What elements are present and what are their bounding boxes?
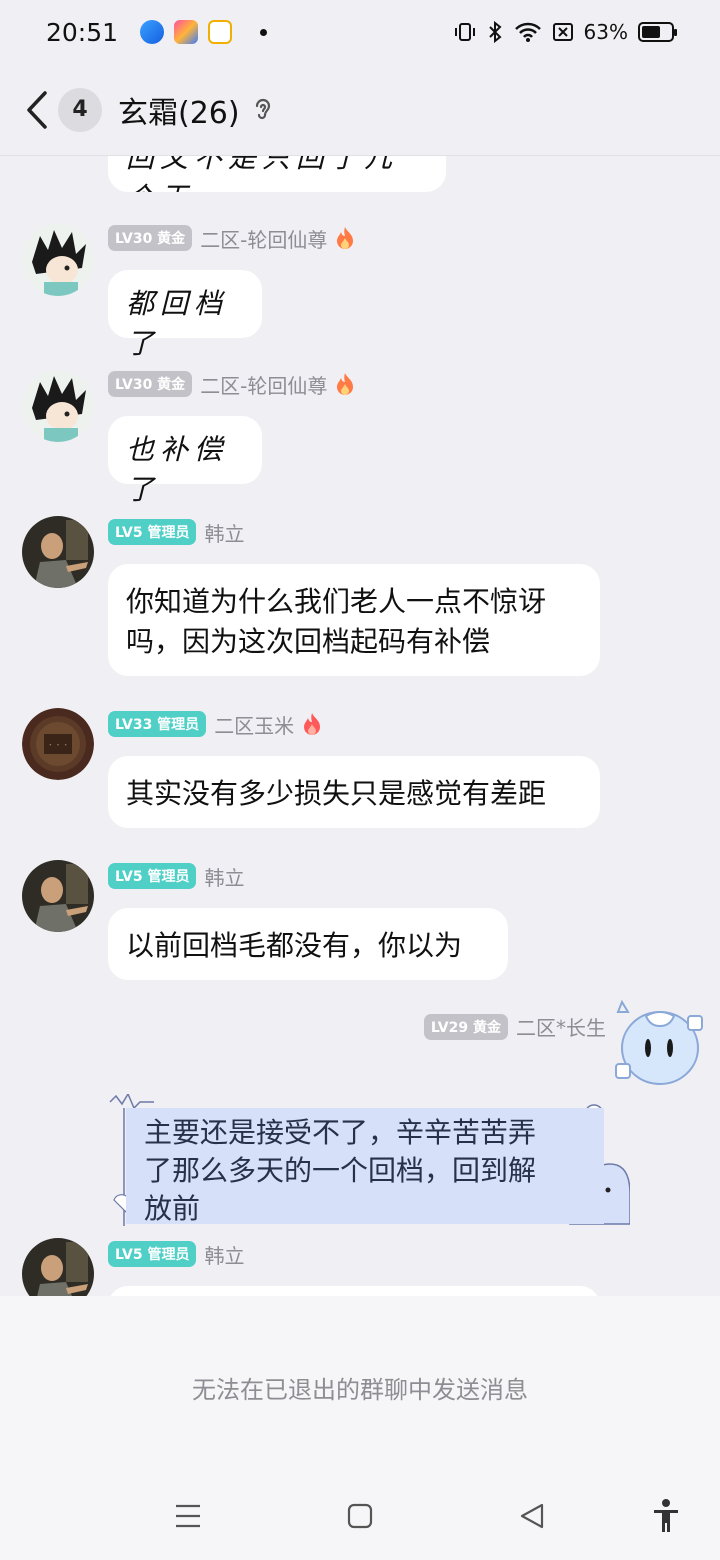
flame-icon xyxy=(337,373,354,395)
message-text: 以前回档毛都没有，你以为 xyxy=(126,929,463,962)
sender-meta: LV30 黄金 二区-轮回仙尊 xyxy=(108,370,355,398)
avatar[interactable]: · · · xyxy=(22,708,94,780)
level-badge: LV29 黄金 xyxy=(423,1013,508,1040)
sender-name[interactable]: 二区玉米 xyxy=(214,710,294,739)
sender-meta: LV33 管理员 二区玉米 xyxy=(108,710,322,738)
nav-home-button[interactable] xyxy=(340,1496,380,1536)
flame-icon xyxy=(304,713,321,735)
message-bubble[interactable]: 以前回档毛都没有，你以为 xyxy=(108,908,508,980)
nav-accessibility-button[interactable] xyxy=(646,1496,686,1536)
message-text: 都回档了 xyxy=(126,287,229,360)
disabled-input-note: 无法在已退出的群聊中发送消息 xyxy=(192,1376,528,1404)
notification-icons xyxy=(140,20,268,44)
ear-mode-icon[interactable] xyxy=(252,95,274,125)
avatar[interactable] xyxy=(22,1238,94,1296)
avatar[interactable] xyxy=(22,860,94,932)
accessibility-icon xyxy=(654,1499,678,1532)
message-bubble[interactable]: 也补偿了 xyxy=(108,416,262,506)
avatar[interactable] xyxy=(22,224,94,296)
status-time: 20:51 xyxy=(46,17,119,47)
vibrate-icon xyxy=(454,23,475,41)
avatar[interactable] xyxy=(610,994,710,1094)
battery-icon xyxy=(638,22,677,42)
app-notification-icon xyxy=(208,20,233,44)
avatar[interactable] xyxy=(22,370,94,442)
level-badge: LV5 管理员 xyxy=(108,1241,197,1267)
chevron-left-icon xyxy=(27,90,47,129)
chat-title[interactable]: 玄霜(26) xyxy=(118,88,240,132)
sender-name[interactable]: 韩立 xyxy=(204,862,244,891)
message-list[interactable]: 回文不是只回了几个天 LV30 黄金 二区-轮回仙尊 都回档了 LV30 黄金 … xyxy=(0,156,720,1296)
more-notifications-icon xyxy=(260,28,268,36)
menu-icon xyxy=(176,1504,200,1528)
message-bubble[interactable]: 都回档了 xyxy=(108,270,262,360)
sender-meta: LV5 管理员 韩立 xyxy=(108,862,244,890)
sender-meta: LV29 黄金 二区*长生 xyxy=(423,1012,606,1041)
back-button[interactable] xyxy=(20,88,54,132)
level-badge: LV5 管理员 xyxy=(108,519,197,545)
message-text: 其实没有多少损失只是感觉有差距 xyxy=(126,777,547,810)
home-square-icon xyxy=(347,1503,373,1529)
app-notification-icon xyxy=(174,20,199,44)
message-text-line: 你知道为什么我们老人一点不惊讶 xyxy=(126,585,547,618)
message-item: LV29 黄金 二区*长生 主要还是接受不了，辛辛苦苦弄 了那么多天的一个回档，… xyxy=(0,994,720,1226)
message-text: 也补偿了 xyxy=(126,433,229,506)
message-text-line: 了那么多天的一个回档，回到解 xyxy=(144,1154,537,1187)
avatar[interactable] xyxy=(22,516,94,588)
sender-name[interactable]: 韩立 xyxy=(204,518,244,547)
sender-name[interactable]: 二区-轮回仙尊 xyxy=(200,370,327,399)
unread-count-badge[interactable]: 4 xyxy=(58,87,102,132)
sender-name[interactable]: 二区*长生 xyxy=(516,1012,606,1041)
level-badge: LV30 黄金 xyxy=(108,225,193,251)
level-badge: LV5 管理员 xyxy=(108,863,197,889)
bluetooth-icon xyxy=(488,21,502,43)
battery-percent: 63% xyxy=(583,20,628,44)
sender-name[interactable]: 韩立 xyxy=(204,1240,244,1269)
input-area: 无法在已退出的群聊中发送消息 xyxy=(0,1296,720,1560)
back-triangle-icon xyxy=(520,1503,544,1529)
no-sim-icon xyxy=(552,23,573,41)
message-bubble[interactable]: 回文不是只回了几个天 xyxy=(108,156,446,192)
message-text: 回文不是只回了几个天 xyxy=(126,156,399,192)
svg-text:· · ·: · · · xyxy=(48,738,67,752)
message-bubble[interactable]: 主要还是接受不了，辛辛苦苦弄 了那么多天的一个回档，回到解 放前 xyxy=(126,1108,604,1225)
nav-menu-button[interactable] xyxy=(168,1496,208,1536)
flame-icon xyxy=(337,227,354,249)
sender-meta: LV5 管理员 韩立 xyxy=(108,518,244,546)
message-bubble[interactable]: 你知道为什么我们老人一点不惊讶 吗，因为这次回档起码有补偿 xyxy=(108,564,600,676)
status-bar: 20:51 63% xyxy=(0,0,720,64)
sender-meta: LV5 管理员 韩立 xyxy=(108,1240,244,1268)
message-bubble[interactable]: 其实没有多少损失只是感觉有差距 xyxy=(108,756,600,828)
sender-name[interactable]: 二区-轮回仙尊 xyxy=(200,224,327,253)
system-nav-bar xyxy=(0,1496,720,1536)
message-bubble[interactable] xyxy=(108,1286,600,1296)
system-indicators: 63% xyxy=(454,20,677,44)
level-badge: LV30 黄金 xyxy=(108,371,193,397)
message-text-line: 吗，因为这次回档起码有补偿 xyxy=(126,625,491,658)
wifi-icon xyxy=(514,22,541,42)
chat-header: 4 玄霜(26) xyxy=(0,64,720,156)
level-badge: LV33 管理员 xyxy=(108,711,207,737)
nav-back-button[interactable] xyxy=(512,1496,552,1536)
sender-meta: LV30 黄金 二区-轮回仙尊 xyxy=(108,224,355,252)
message-text-line: 主要还是接受不了，辛辛苦苦弄 xyxy=(144,1116,537,1149)
app-notification-icon xyxy=(140,20,165,44)
message-text-line: 放前 xyxy=(144,1192,201,1225)
